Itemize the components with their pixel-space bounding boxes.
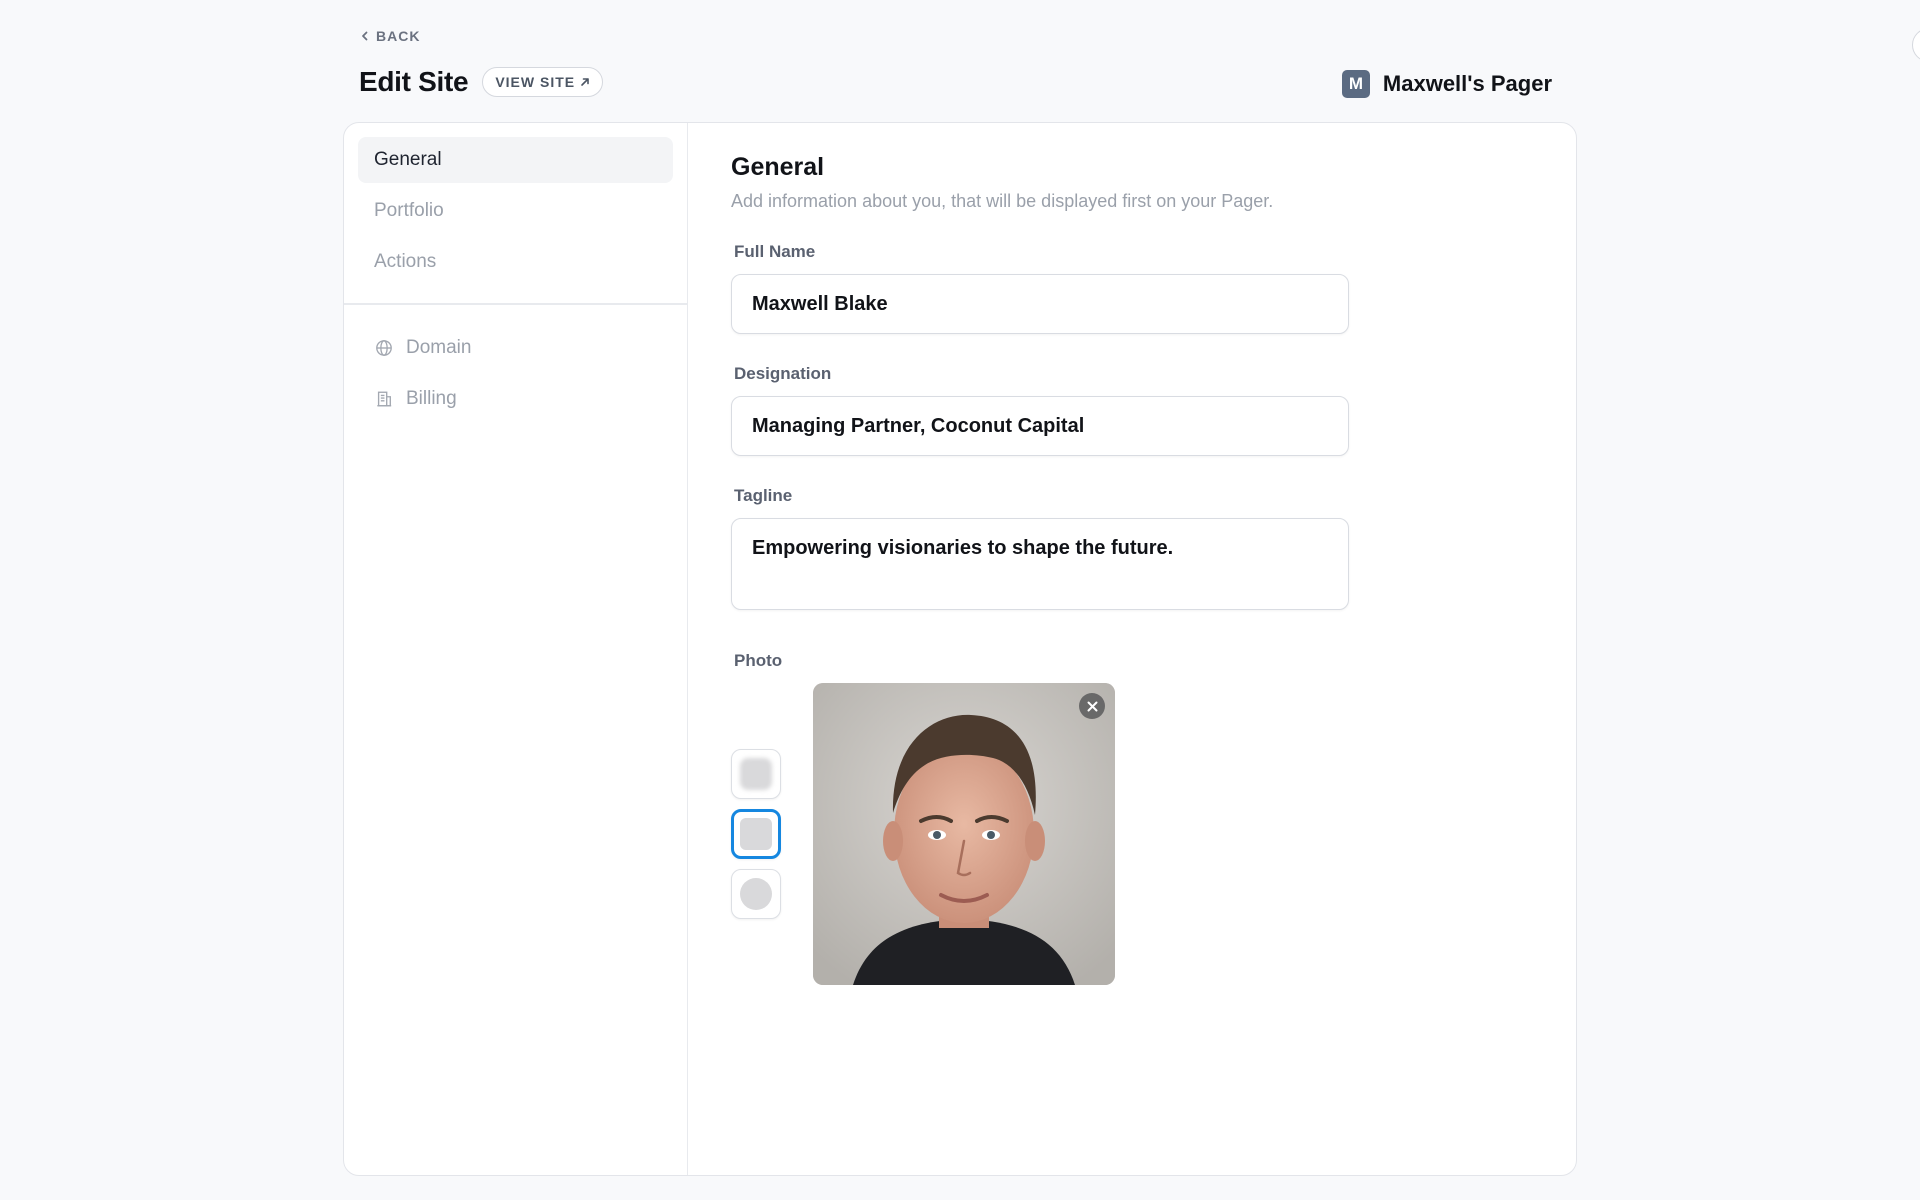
globe-icon	[374, 338, 394, 358]
back-link[interactable]: BACK	[360, 28, 420, 44]
page-title: Edit Site	[359, 66, 469, 97]
designation-input[interactable]	[731, 396, 1349, 456]
nav-secondary: Domain Billing	[344, 325, 687, 422]
sidebar-divider	[344, 303, 687, 305]
site-switcher[interactable]: M Maxwell's Pager	[1341, 70, 1552, 98]
chevron-left-icon	[362, 31, 368, 41]
edge-button[interactable]	[1912, 28, 1920, 62]
designation-field: Designation	[731, 364, 1351, 456]
section-description: Add information about you, that will be …	[731, 191, 1274, 211]
sidebar-item-label: Actions	[374, 251, 437, 272]
sidebar-item-label: Domain	[406, 336, 472, 358]
view-site-label: VIEW SITE	[495, 74, 576, 90]
title-row: Edit Site VIEW SITE	[359, 66, 604, 98]
settings-card: General Portfolio Actions Domain Billing…	[343, 122, 1577, 1176]
site-avatar: M	[1341, 70, 1370, 98]
sidebar-item-general[interactable]: General	[358, 137, 673, 183]
profile-photo	[813, 683, 1115, 985]
settings-sidebar: General Portfolio Actions Domain Billing	[344, 123, 688, 1175]
blur-shape-icon	[740, 758, 772, 790]
sidebar-item-portfolio[interactable]: Portfolio	[358, 188, 673, 234]
photo-label: Photo	[734, 651, 783, 670]
photo-field: Photo	[731, 651, 1351, 993]
tagline-field: Tagline Empowering visionaries to shape …	[731, 486, 1351, 615]
arrow-up-right-icon	[581, 78, 589, 86]
building-icon	[374, 389, 394, 409]
close-icon	[1087, 701, 1097, 711]
shape-option-circle[interactable]	[731, 869, 781, 919]
nav-primary: General Portfolio Actions	[344, 123, 687, 285]
designation-label: Designation	[734, 364, 832, 383]
remove-photo-button[interactable]	[1079, 693, 1105, 719]
sidebar-item-label: Billing	[406, 387, 457, 409]
shape-option-blur[interactable]	[731, 749, 781, 799]
circle-shape-icon	[740, 878, 772, 910]
square-shape-icon	[740, 818, 772, 850]
site-name: Maxwell's Pager	[1382, 71, 1552, 96]
sidebar-item-actions[interactable]: Actions	[358, 239, 673, 285]
tagline-label: Tagline	[734, 486, 793, 505]
section-title: General	[731, 153, 825, 181]
shape-option-square[interactable]	[731, 809, 781, 859]
sidebar-item-label: Portfolio	[374, 200, 444, 221]
view-site-button[interactable]: VIEW SITE	[482, 67, 604, 97]
sidebar-item-label: General	[374, 149, 442, 170]
edit-site-page: BACK Edit Site VIEW SITE M Maxwell's Pag…	[0, 0, 1920, 1200]
full-name-label: Full Name	[734, 242, 816, 261]
sidebar-item-billing[interactable]: Billing	[358, 376, 673, 422]
back-label: BACK	[376, 28, 421, 44]
portrait-image	[813, 683, 1115, 985]
general-settings: General Add information about you, that …	[731, 153, 1351, 993]
photo-area	[731, 683, 1351, 993]
sidebar-item-domain[interactable]: Domain	[358, 325, 673, 371]
full-name-input[interactable]	[731, 274, 1349, 334]
full-name-field: Full Name	[731, 242, 1351, 334]
tagline-input[interactable]: Empowering visionaries to shape the futu…	[731, 518, 1349, 610]
